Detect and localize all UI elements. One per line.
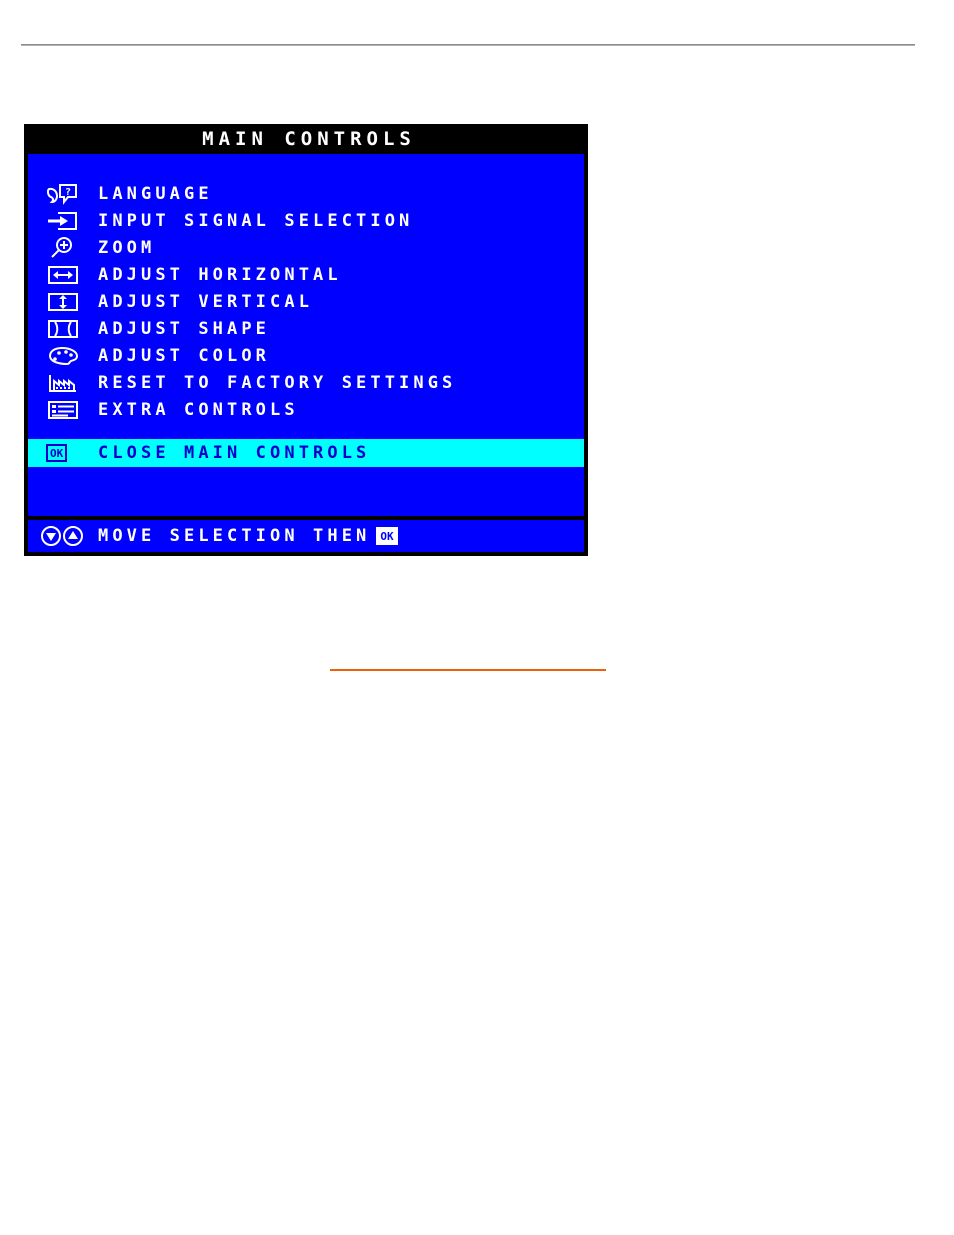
menu-item-input-signal-selection[interactable]: INPUT SIGNAL SELECTION	[28, 207, 584, 234]
horizontal-arrows-box-icon	[46, 264, 98, 286]
osd-bottom-edge	[24, 552, 588, 556]
menu-item-label: ADJUST COLOR	[98, 345, 271, 366]
magnifier-plus-icon	[46, 236, 98, 260]
vertical-arrows-box-icon	[46, 291, 98, 313]
menu-item-extra-controls[interactable]: EXTRA CONTROLS	[28, 396, 584, 423]
paint-palette-icon	[46, 345, 98, 367]
menu-item-adjust-color[interactable]: ADJUST COLOR	[28, 342, 584, 369]
osd-menu-body: ? LANGUAGE INPUT SIGNAL SELECTION ZOOM A…	[28, 154, 584, 516]
osd-footer: MOVE SELECTION THEN OK	[28, 520, 584, 552]
menu-item-label: INPUT SIGNAL SELECTION	[98, 210, 414, 231]
menu-item-language[interactable]: ? LANGUAGE	[28, 180, 584, 207]
menu-item-label: ZOOM	[98, 237, 156, 258]
menu-item-label: ADJUST HORIZONTAL	[98, 264, 342, 285]
ok-button-icon: OK	[46, 444, 98, 462]
menu-item-label: ADJUST SHAPE	[98, 318, 271, 339]
menu-item-label: RESET TO FACTORY SETTINGS	[98, 372, 457, 393]
bottom-horizontal-rule	[330, 669, 606, 671]
top-horizontal-rule	[21, 44, 915, 46]
svg-text:?: ?	[65, 187, 71, 198]
menu-item-label: LANGUAGE	[98, 183, 213, 204]
osd-footer-hint: MOVE SELECTION THEN OK	[40, 525, 398, 547]
arrow-into-box-icon	[46, 210, 98, 232]
factory-icon	[46, 372, 98, 394]
menu-item-label: CLOSE MAIN CONTROLS	[98, 443, 371, 463]
menu-item-zoom[interactable]: ZOOM	[28, 234, 584, 261]
menu-item-adjust-vertical[interactable]: ADJUST VERTICAL	[28, 288, 584, 315]
circle-down-arrow-icon	[40, 525, 62, 547]
menu-item-reset-to-factory-settings[interactable]: RESET TO FACTORY SETTINGS	[28, 369, 584, 396]
osd-title: MAIN CONTROLS	[24, 124, 588, 154]
osd-main-controls-panel: MAIN CONTROLS ? LANGUAGE INPUT SIGNAL SE…	[24, 124, 588, 556]
ok-button-icon-label: OK	[46, 444, 68, 462]
list-lines-icon	[46, 399, 98, 421]
menu-item-adjust-horizontal[interactable]: ADJUST HORIZONTAL	[28, 261, 584, 288]
menu-item-adjust-shape[interactable]: ADJUST SHAPE	[28, 315, 584, 342]
menu-item-close-main-controls[interactable]: OK CLOSE MAIN CONTROLS	[28, 439, 584, 467]
ok-button-icon: OK	[376, 527, 398, 545]
menu-item-label: ADJUST VERTICAL	[98, 291, 314, 312]
osd-footer-label: MOVE SELECTION THEN	[98, 526, 371, 546]
circle-up-arrow-icon	[62, 525, 84, 547]
osd-menu-list: ? LANGUAGE INPUT SIGNAL SELECTION ZOOM A…	[28, 154, 584, 467]
pincushion-shape-icon	[46, 318, 98, 340]
menu-item-label: EXTRA CONTROLS	[98, 399, 299, 420]
speech-bubble-question-icon: ?	[46, 183, 98, 205]
